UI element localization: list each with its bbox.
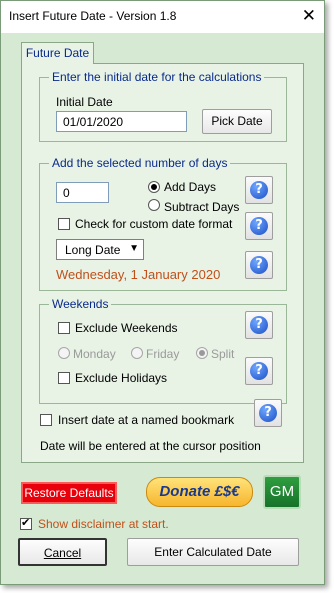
bookmark-checkbox[interactable] [40,414,52,426]
custom-format-label: Check for custom date format [75,217,233,231]
exclude-weekends-label: Exclude Weekends [75,321,178,335]
subtract-days-radio[interactable] [148,199,160,211]
question-icon: ? [250,181,268,199]
window-title: Insert Future Date - Version 1.8 [9,9,177,23]
question-icon: ? [250,217,268,235]
enter-calculated-date-button[interactable]: Enter Calculated Date [127,538,299,566]
exclude-holidays-label: Exclude Holidays [75,371,168,385]
donate-button[interactable]: Donate £$€ [146,477,253,507]
initial-date-input[interactable]: 01/01/2020 [56,111,187,132]
pick-date-button[interactable]: Pick Date [202,109,272,134]
question-icon: ? [250,362,268,380]
exclude-weekends-checkbox[interactable] [58,322,70,334]
subtract-days-label: Subtract Days [164,200,240,214]
question-icon: ? [250,256,268,274]
restore-defaults-button[interactable]: Restore Defaults [21,482,117,504]
cancel-button[interactable]: Cancel [18,538,107,566]
gm-logo-button[interactable]: GM [263,475,301,509]
date-format-value: Long Date [65,243,121,257]
cursor-position-note: Date will be entered at the cursor posit… [40,439,261,453]
bookmark-help-button[interactable]: ? [254,399,282,427]
title-bar: Insert Future Date - Version 1.8 ✕ [1,1,324,33]
holidays-help-button[interactable]: ? [245,357,273,385]
bookmark-label: Insert date at a named bookmark [58,413,235,427]
chevron-down-icon: ▼ [129,243,139,254]
close-icon[interactable]: ✕ [302,6,316,26]
split-radio[interactable] [196,347,208,359]
disclaimer-checkbox[interactable] [20,516,32,530]
friday-label: Friday [146,347,180,361]
custom-format-checkbox[interactable] [58,218,70,230]
calculated-date-result: Wednesday, 1 January 2020 [56,267,221,282]
dialog-window: Insert Future Date - Version 1.8 ✕ Futur… [0,0,325,585]
weekends-help-button[interactable]: ? [245,311,273,339]
disclaimer-label: Show disclaimer at start. [38,517,169,531]
weekends-frame-label: Weekends [49,297,112,311]
exclude-holidays-checkbox[interactable] [58,372,70,384]
tab-future-date[interactable]: Future Date [21,42,94,64]
question-icon: ? [259,404,277,422]
initial-date-frame-label: Enter the initial date for the calculati… [49,70,265,84]
result-help-button[interactable]: ? [245,251,273,279]
friday-radio[interactable] [131,347,143,359]
add-days-radio[interactable] [148,181,160,193]
monday-radio[interactable] [58,347,70,359]
add-days-frame-label: Add the selected number of days [49,156,231,170]
add-days-label: Add Days [164,180,217,194]
date-format-select[interactable]: Long Date ▼ [56,239,144,260]
monday-label: Monday [73,347,116,361]
date-format-help-button[interactable]: ? [245,212,273,240]
days-input[interactable]: 0 [56,182,109,203]
initial-date-frame: Enter the initial date for the calculati… [39,70,287,142]
split-label: Split [211,347,235,361]
add-days-help-button[interactable]: ? [245,176,273,204]
question-icon: ? [250,316,268,334]
initial-date-label: Initial Date [56,95,113,109]
